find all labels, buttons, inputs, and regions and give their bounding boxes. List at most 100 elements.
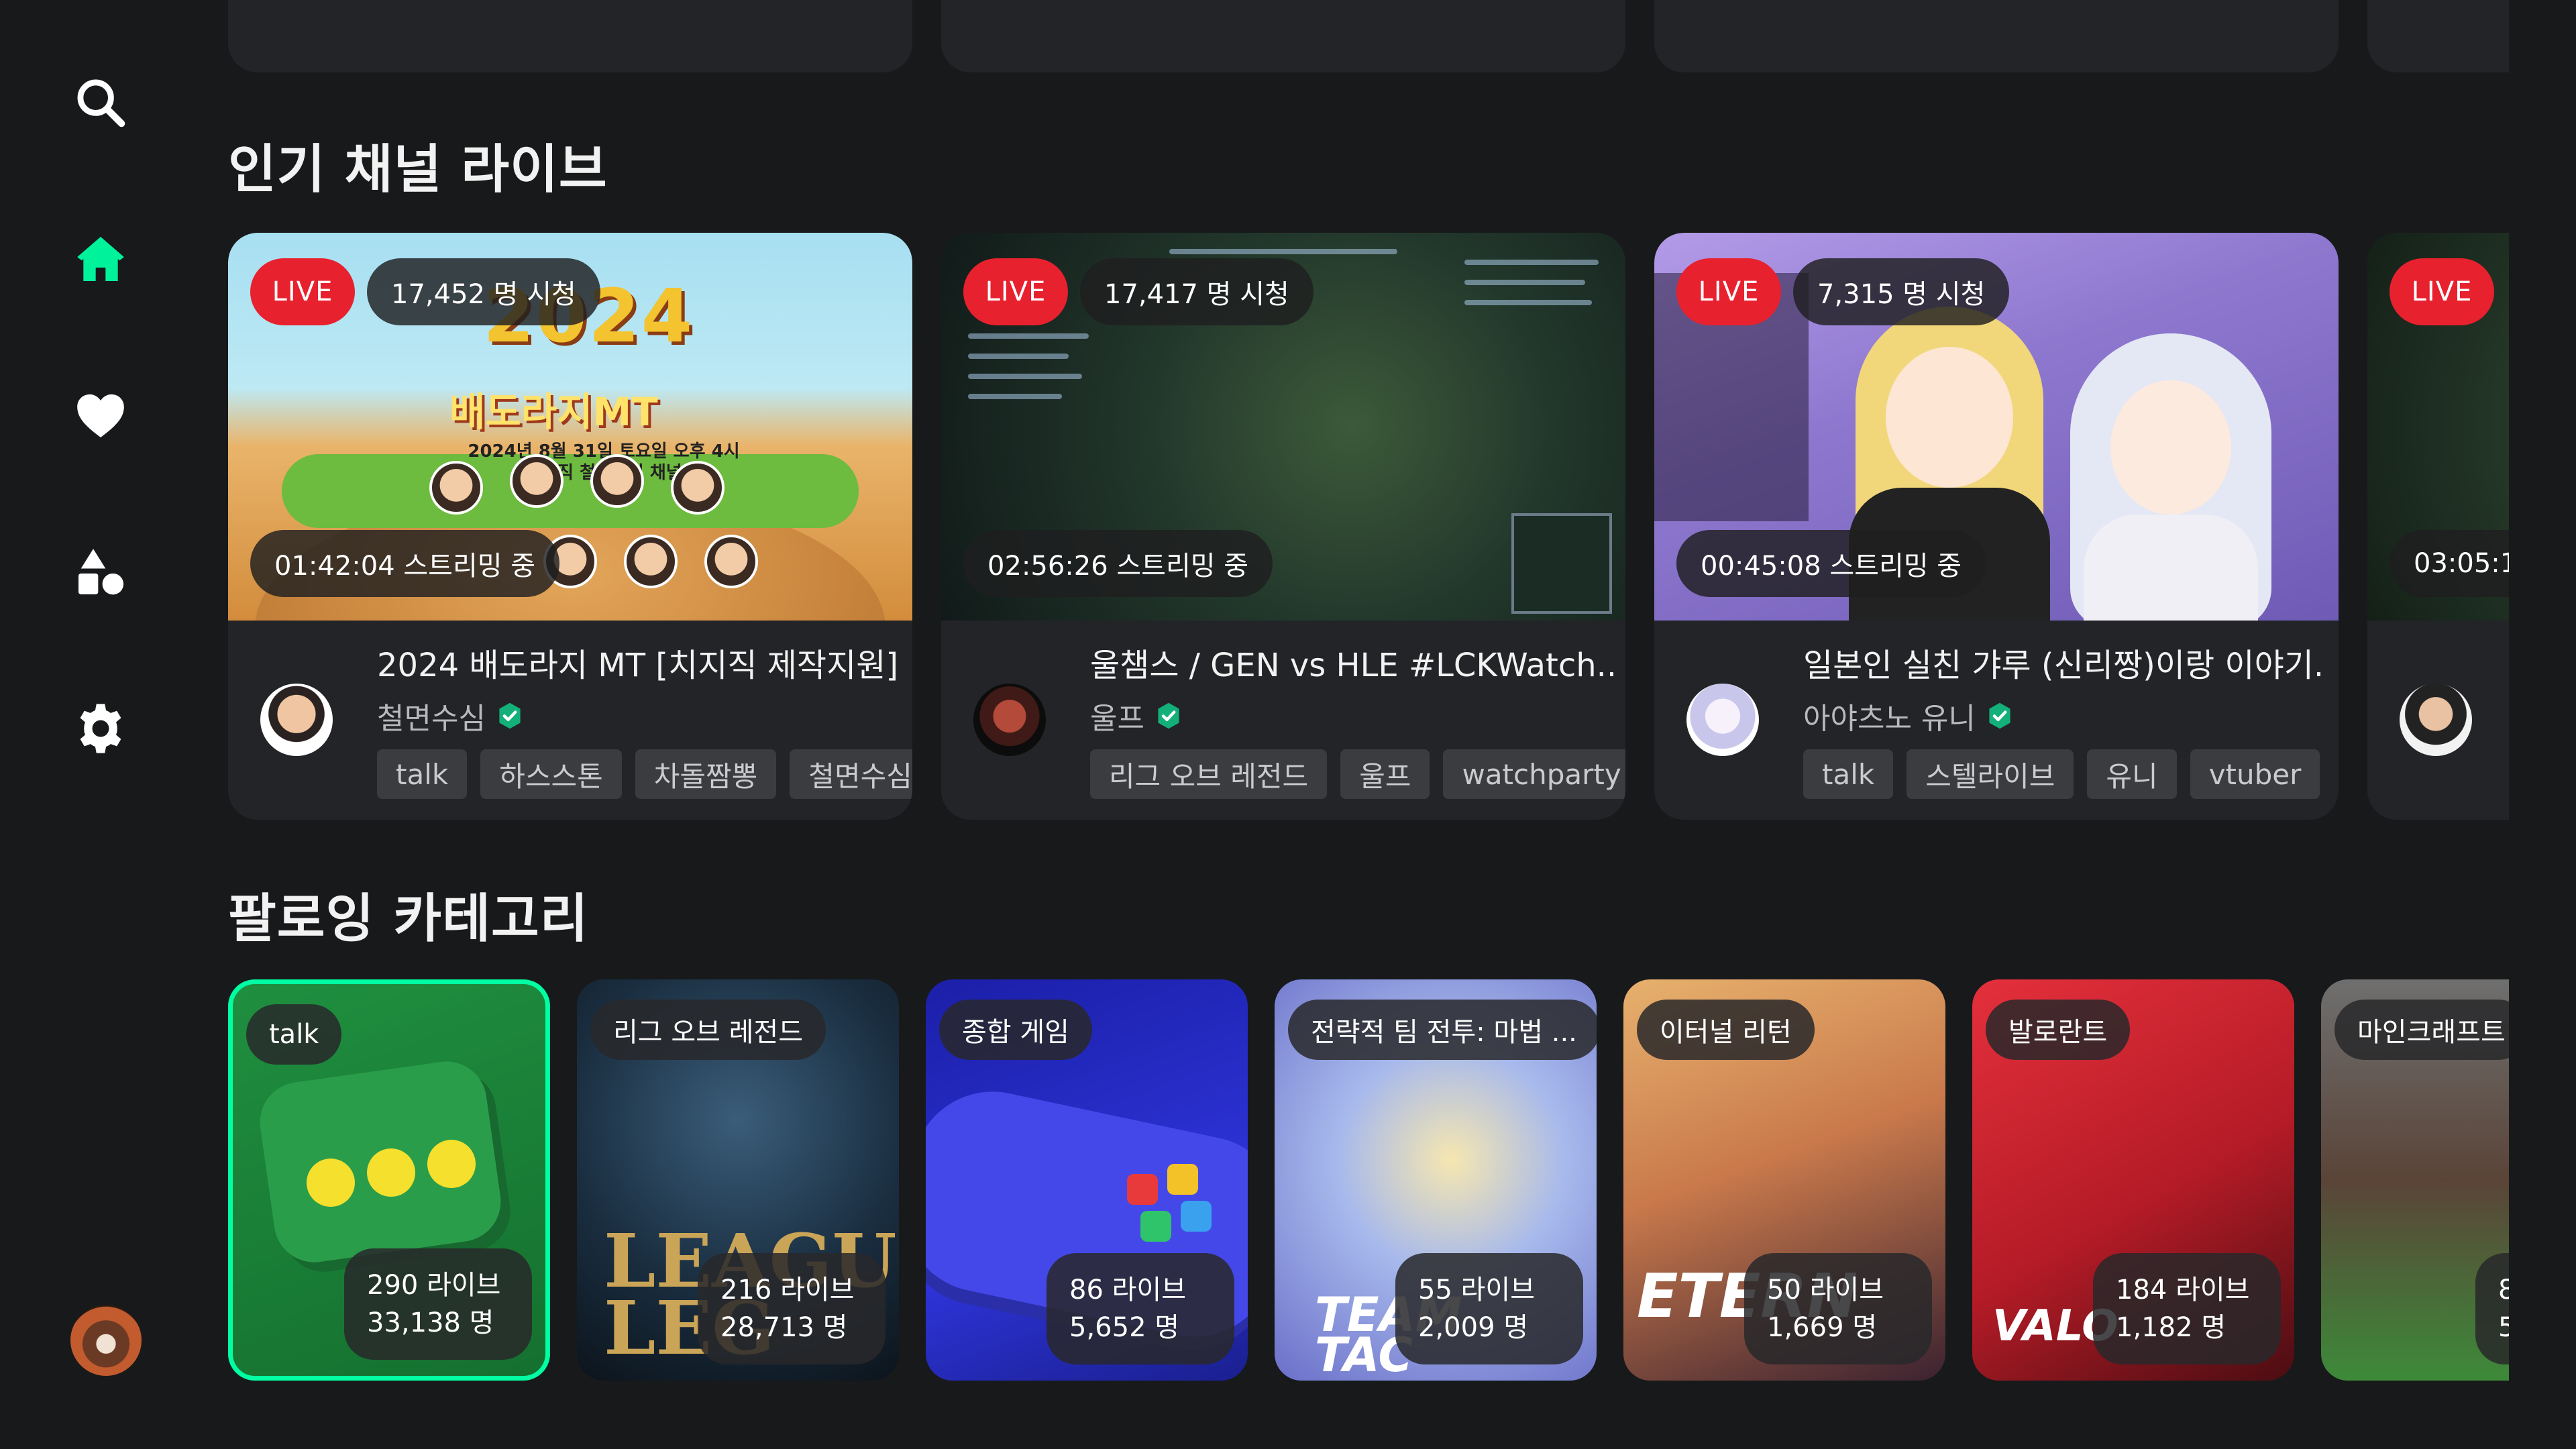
channel-avatar[interactable] (973, 684, 1046, 756)
live-badge: LIVE (1676, 258, 1781, 325)
category-card[interactable]: LEAGUELEG 리그 오브 레전드 216 라이브 28,713 명 (577, 979, 899, 1381)
section-title-following-categories: 팔로잉 카테고리 (228, 889, 589, 949)
viewer-count: 33,138 명 (367, 1307, 494, 1338)
search-button[interactable] (67, 69, 134, 136)
category-stats: 184 라이브 1,182 명 (2093, 1253, 2281, 1364)
tag[interactable]: talk (377, 749, 468, 799)
button-gem (1127, 1174, 1158, 1205)
category-card[interactable]: talk 290 라이브 33,138 명 (228, 979, 550, 1381)
tag[interactable]: vtuber (2190, 749, 2320, 799)
stream-thumbnail: 2024 배도라지MT 2024년 8월 31일 토요일 오후 4시 치지직 철… (228, 233, 912, 621)
category-name: 전략적 팀 전투: 마법 ... (1288, 1000, 1597, 1060)
live-count: 50 라이브 (1767, 1275, 1884, 1305)
shapes-icon (78, 549, 124, 595)
stream-title[interactable]: 울챔스 / GEN vs HLE #LCKWatch... (1090, 639, 1613, 686)
live-count: 184 라이브 (2116, 1275, 2250, 1305)
category-card[interactable]: ETERN 이터널 리턴 50 라이브 1,669 명 (1623, 979, 1945, 1381)
category-card[interactable]: 마인크래프트 8 5 (2321, 979, 2509, 1381)
tag[interactable]: 철면수심 (790, 749, 912, 799)
category-card[interactable]: TEAM TAC 전략적 팀 전투: 마법 ... 55 라이브 2,009 명 (1275, 979, 1597, 1381)
viewer-count: 5 (2498, 1312, 2509, 1343)
button-gem (1167, 1164, 1198, 1195)
channel-avatar[interactable] (260, 684, 333, 756)
game-ui-row (968, 354, 1069, 359)
button-gem (1181, 1201, 1212, 1232)
poster-face (704, 535, 758, 588)
channel-name-row[interactable]: 울프 (1090, 694, 1613, 737)
home-icon (77, 237, 124, 281)
vtuber-avatar (1886, 347, 2013, 488)
following-button[interactable] (67, 382, 134, 449)
viewer-count: 1,669 명 (1767, 1312, 1878, 1343)
category-card[interactable]: 종합 게임 86 라이브 5,652 명 (926, 979, 1248, 1381)
category-stats: 8 5 (2475, 1253, 2509, 1364)
previous-card-stub[interactable] (2367, 0, 2509, 72)
stream-uptime: 01:42:04 스트리밍 중 (250, 530, 560, 597)
stream-uptime: 02:56:26 스트리밍 중 (963, 530, 1273, 597)
live-count: 86 라이브 (1069, 1275, 1187, 1305)
tag[interactable]: 스텔라이브 (1907, 749, 2074, 799)
sidebar (0, 0, 201, 1449)
categories-button[interactable] (67, 539, 134, 606)
game-ui-row (1464, 300, 1592, 305)
settings-button[interactable] (67, 695, 134, 762)
tag[interactable]: 하스스톤 (480, 749, 622, 799)
viewer-count: 1,182 명 (2116, 1312, 2226, 1343)
tag[interactable]: watchparty (1443, 749, 1625, 799)
previous-card-stub[interactable] (941, 0, 1625, 72)
live-badge: LIVE (2390, 258, 2494, 325)
live-card[interactable]: LIVE 03:05:1 (2367, 233, 2509, 820)
game-minimap (1511, 513, 1612, 614)
poster-face (590, 454, 644, 508)
viewer-count: 2,009 명 (1418, 1312, 1529, 1343)
channel-name-row[interactable]: 아야츠노 유니 (1803, 694, 2326, 737)
channel-name-row[interactable]: 철면수심 (377, 694, 900, 737)
scroll-area: 인기 채널 라이브 2024 배도라지MT 2024년 8월 31일 토요일 오… (228, 0, 2509, 1449)
live-badge: LIVE (963, 258, 1068, 325)
category-stats: 86 라이브 5,652 명 (1046, 1253, 1234, 1364)
live-card[interactable]: LIVE 17,417 명 시청 02:56:26 스트리밍 중 울챔스 / G… (941, 233, 1625, 820)
poster-face (510, 454, 564, 508)
game-ui-row (1464, 280, 1585, 285)
live-card[interactable]: LIVE 7,315 명 시청 00:45:08 스트리밍 중 일본인 실친 갸… (1654, 233, 2339, 820)
verified-badge-icon (499, 702, 521, 729)
live-card[interactable]: 2024 배도라지MT 2024년 8월 31일 토요일 오후 4시 치지직 철… (228, 233, 912, 820)
game-ui-row (968, 394, 1062, 399)
game-ui-row (968, 333, 1089, 339)
category-card[interactable]: VALO 발로란트 184 라이브 1,182 명 (1972, 979, 2294, 1381)
tag-list: 리그 오브 레전드 울프 watchparty (1090, 749, 1625, 799)
live-count: 8 (2498, 1275, 2509, 1305)
previous-card-stub[interactable] (1654, 0, 2339, 72)
verified-badge-icon (1158, 702, 1179, 729)
stream-title[interactable]: 일본인 실친 갸루 (신리짱)이랑 이야기... (1803, 639, 2326, 686)
live-badge: LIVE (250, 258, 355, 325)
vtuber-avatar (2084, 515, 2258, 621)
live-count: 290 라이브 (367, 1270, 501, 1301)
category-name: 리그 오브 레전드 (590, 1000, 826, 1060)
stream-title[interactable]: 2024 배도라지 MT [치지직 제작지원] (377, 639, 900, 686)
channel-avatar[interactable] (2400, 684, 2472, 756)
vtuber-avatar (2110, 380, 2231, 515)
category-name: 발로란트 (1986, 1000, 2131, 1060)
poster-face (429, 461, 483, 515)
category-name: 이터널 리턴 (1637, 1000, 1815, 1060)
channel-avatar[interactable] (1686, 684, 1759, 756)
previous-card-stub[interactable] (228, 0, 912, 72)
tag[interactable]: talk (1803, 749, 1894, 799)
tag[interactable]: 리그 오브 레전드 (1090, 749, 1328, 799)
button-gem (1140, 1211, 1171, 1242)
viewer-count: 7,315 명 시청 (1793, 258, 2010, 325)
poster-headline: 배도라지MT (449, 389, 658, 435)
tag[interactable]: 유니 (2087, 749, 2177, 799)
category-stats: 50 라이브 1,669 명 (1744, 1253, 1932, 1364)
tag[interactable]: 차돌짬뽕 (635, 749, 777, 799)
poster-face (671, 461, 724, 515)
tag[interactable]: 울프 (1340, 749, 1430, 799)
channel-name: 울프 (1090, 702, 1144, 736)
stream-thumbnail: LIVE 17,417 명 시청 02:56:26 스트리밍 중 (941, 233, 1625, 621)
profile-avatar[interactable] (70, 1305, 142, 1376)
live-count: 55 라이브 (1418, 1275, 1536, 1305)
home-button[interactable] (67, 225, 134, 292)
smiley-icon (427, 1140, 476, 1188)
smiley-icon (367, 1148, 415, 1197)
